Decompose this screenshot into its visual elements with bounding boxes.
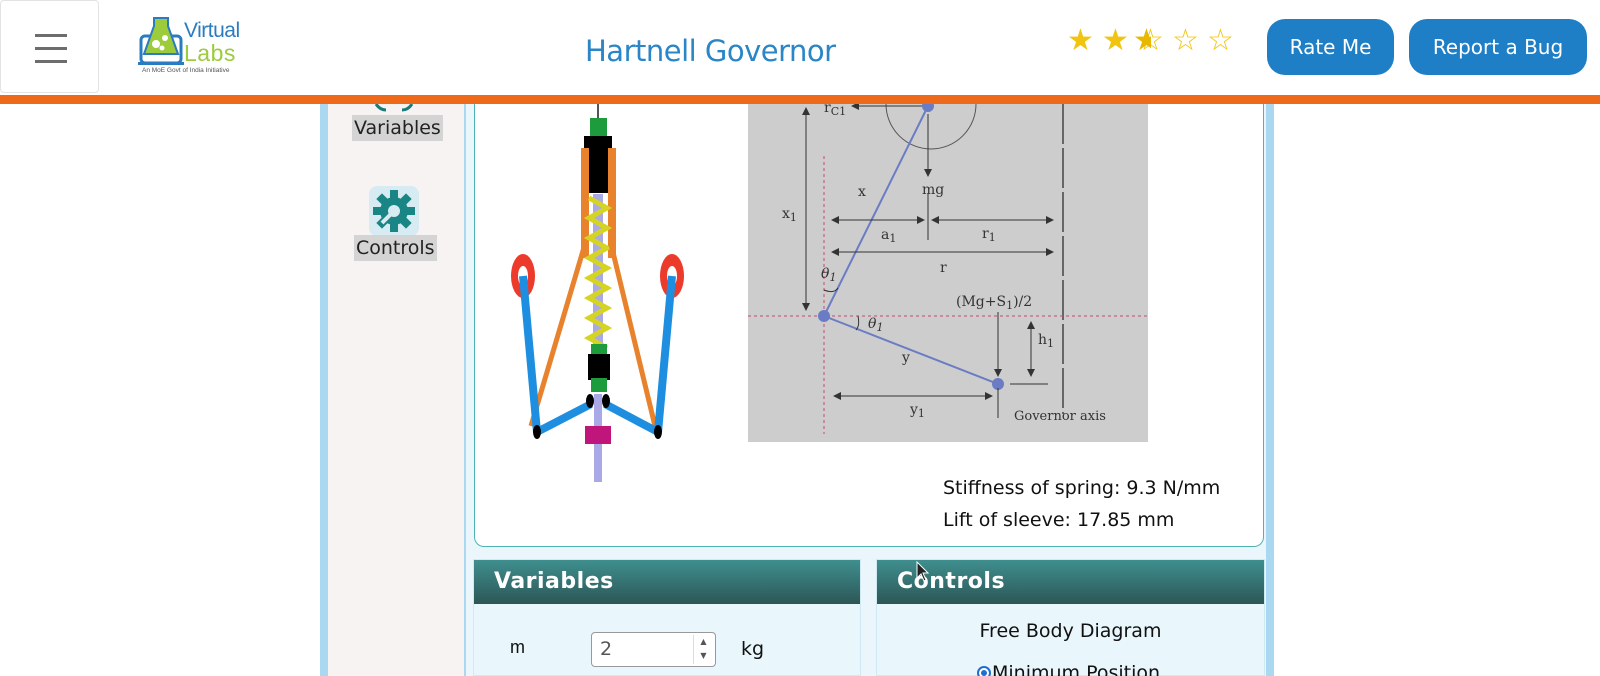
header-accent-bar [0, 95, 1600, 104]
logo-tagline: An MoE Govt of India Initiative [142, 67, 230, 74]
controls-card-title: Controls [877, 560, 1264, 604]
minimum-position-option[interactable]: Minimum Position [977, 662, 1160, 676]
empty-star-icon[interactable]: ☆ [1203, 26, 1238, 56]
empty-star-icon[interactable]: ☆ [1168, 26, 1203, 56]
variable-unit: kg [741, 638, 765, 660]
mouse-cursor-icon [916, 561, 930, 582]
fbd-label-y1: y1 [909, 402, 925, 420]
virtual-labs-logo[interactable]: Virtual Labs An MoE Govt of India Initia… [138, 16, 248, 78]
top-header: Virtual Labs An MoE Govt of India Initia… [0, 0, 1600, 95]
variables-card: Variables m 2 ▲ ▼ kg [473, 559, 861, 676]
flask-icon [138, 17, 184, 65]
free-body-diagram-heading: Free Body Diagram [979, 620, 1162, 642]
fbd-label-theta1-lower: θ1 [868, 316, 883, 334]
fbd-label-rc1: rC1 [824, 104, 846, 118]
variable-name: m [510, 637, 525, 657]
fbd-label-x: x [858, 184, 866, 200]
fbd-label-a1: a1 [881, 227, 896, 245]
spring-stiffness-readout: Stiffness of spring: 9.3 N/mm [943, 477, 1221, 499]
sidebar-item-controls[interactable]: Controls [354, 235, 437, 261]
mass-input[interactable]: 2 ▲ ▼ [591, 632, 716, 667]
spring [583, 194, 613, 354]
fbd-label-x1: x1 [782, 206, 797, 224]
report-bug-button[interactable]: Report a Bug [1409, 19, 1587, 75]
governor-mechanism [511, 104, 684, 482]
fbd-label-mg: mg [922, 182, 944, 198]
mass-input-value: 2 [600, 638, 613, 660]
variables-icon [374, 104, 414, 112]
variables-card-title: Variables [474, 560, 860, 604]
star-rating[interactable]: ★ ★ ☆ ★ ☆ ☆ [1063, 26, 1238, 56]
fbd-label-force: (Mg+S1)/2 [956, 294, 1032, 312]
fbd-label-r: r [940, 260, 947, 276]
fbd-label-h1: h1 [1038, 332, 1054, 350]
star-icon[interactable]: ★ [1098, 26, 1133, 56]
sidebar-controls-icon-wrap[interactable] [369, 186, 419, 236]
spinner-icon[interactable]: ▲ ▼ [693, 635, 713, 664]
fbd-label-r1: r1 [982, 226, 996, 244]
hamburger-line [35, 47, 67, 50]
sleeve-lift-readout: Lift of sleeve: 17.85 mm [943, 509, 1175, 531]
hamburger-icon [35, 34, 67, 37]
free-body-diagram-drawing: rC1 x1 mg x a1 r1 r θ1 θ1 (Mg+S1)/2 h1 y… [748, 104, 1148, 434]
fbd-label-y: y [901, 350, 910, 366]
fbd-label-theta1-upper: θ1 [821, 266, 836, 284]
minimum-position-label: Minimum Position [992, 662, 1161, 676]
radio-button[interactable] [977, 666, 991, 676]
half-star-icon[interactable]: ☆ ★ [1133, 26, 1168, 56]
fbd-label-governor-axis: Governor axis [1014, 409, 1106, 424]
page-title: Hartnell Governor [585, 34, 836, 68]
controls-card: Controls Free Body Diagram Minimum Posit… [876, 559, 1265, 676]
rate-me-button[interactable]: Rate Me [1267, 19, 1394, 75]
gear-wrench-icon [373, 190, 415, 232]
menu-button[interactable] [0, 0, 99, 93]
hamburger-line [35, 60, 67, 63]
logo-word-labs: Labs [184, 40, 236, 66]
star-icon[interactable]: ★ [1063, 26, 1098, 56]
sidebar-item-variables[interactable]: Variables [352, 115, 443, 141]
